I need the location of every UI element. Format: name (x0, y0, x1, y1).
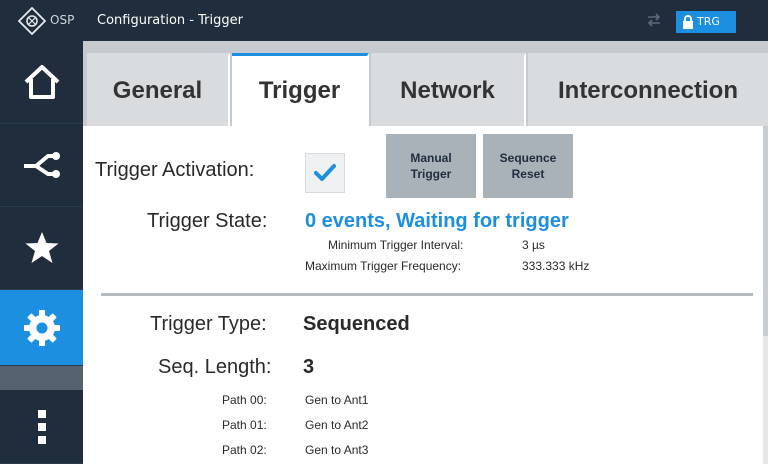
path-label: Path 02: (222, 443, 267, 457)
gear-icon (23, 309, 60, 346)
path-value: Gen to Ant1 (305, 393, 369, 407)
home-icon (24, 65, 59, 99)
trigger-status-badge[interactable]: TRG (676, 11, 736, 33)
tab-network[interactable]: Network (371, 53, 526, 126)
lock-icon (683, 15, 693, 29)
max-frequency-value: 333.333 kHz (522, 259, 590, 273)
rs-logo-icon (18, 7, 46, 35)
trigger-activation-checkbox[interactable] (305, 153, 345, 193)
min-interval-value: 3 µs (522, 238, 545, 252)
scrollbar-thumb[interactable] (763, 126, 768, 336)
path-split-icon (23, 152, 60, 178)
path-label: Path 01: (222, 418, 267, 432)
trigger-badge-label: TRG (697, 15, 720, 28)
nav-item-more[interactable] (0, 390, 83, 464)
trigger-type-label: Trigger Type: (150, 313, 267, 335)
tab-general[interactable]: General (87, 53, 230, 126)
tab-bar: General Trigger Network Interconnection (83, 41, 768, 126)
trigger-type-value[interactable]: Sequenced (303, 313, 410, 336)
seq-length-value[interactable]: 3 (303, 356, 314, 379)
tab-interconnection[interactable]: Interconnection (528, 53, 768, 126)
more-vertical-icon (37, 409, 46, 444)
trigger-config-panel: Trigger Activation: Manual Trigger Seque… (83, 126, 768, 464)
nav-spacer (0, 366, 83, 390)
sequence-reset-button[interactable]: Sequence Reset (483, 134, 573, 198)
trigger-activation-label: Trigger Activation: (95, 159, 255, 181)
max-frequency-label: Maximum Trigger Frequency: (305, 259, 462, 273)
manual-trigger-button[interactable]: Manual Trigger (386, 134, 476, 198)
path-label: Path 00: (222, 393, 267, 407)
window-title: Configuration - Trigger (97, 13, 243, 28)
section-divider (101, 293, 753, 296)
nav-item-favorites[interactable] (0, 207, 83, 290)
seq-length-label: Seq. Length: (158, 356, 272, 378)
path-value: Gen to Ant2 (305, 418, 369, 432)
content-scrollbar[interactable] (763, 126, 768, 464)
path-value: Gen to Ant3 (305, 443, 369, 457)
checkmark-icon (314, 164, 336, 181)
network-arrows-icon (647, 13, 661, 27)
nav-item-paths[interactable] (0, 124, 83, 207)
trigger-state-value: 0 events, Waiting for trigger (305, 210, 569, 232)
side-nav (0, 41, 83, 464)
title-bar: OSP Configuration - Trigger TRG (0, 0, 768, 41)
nav-item-settings[interactable] (0, 290, 83, 366)
min-interval-label: Minimum Trigger Interval: (328, 238, 464, 252)
star-icon (25, 232, 58, 263)
tab-trigger[interactable]: Trigger (232, 53, 369, 126)
app-name: OSP (50, 13, 75, 27)
trigger-state-label: Trigger State: (147, 210, 268, 232)
nav-item-home[interactable] (0, 41, 83, 124)
